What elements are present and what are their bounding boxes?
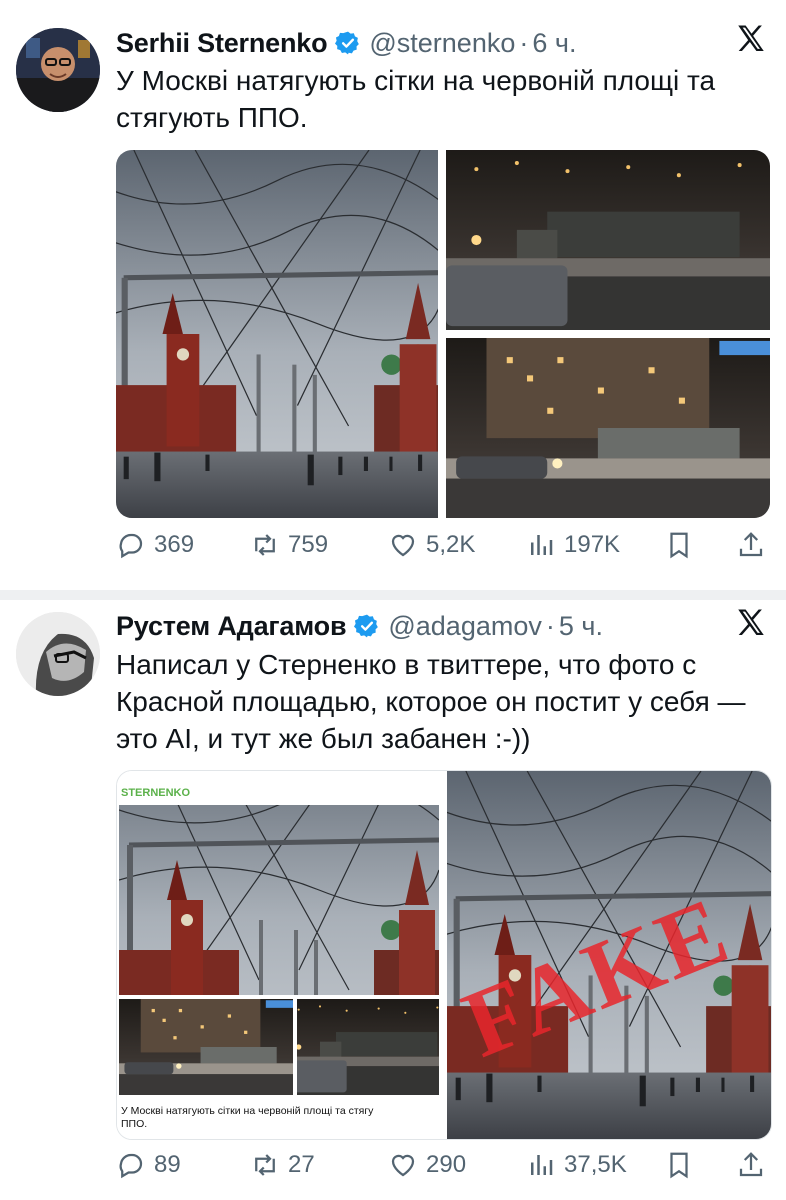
embedded-photo-truck-night [297, 999, 439, 1095]
views-count: 197K [564, 531, 621, 558]
retweet-count: 759 [288, 531, 329, 558]
retweet-button[interactable]: 759 [250, 530, 328, 560]
views-button[interactable]: 197K [526, 530, 620, 560]
like-button[interactable]: 290 [388, 1150, 466, 1180]
avatar-image [16, 612, 100, 696]
like-count: 290 [426, 1151, 467, 1178]
share-icon [739, 1152, 763, 1177]
media-grid[interactable] [116, 150, 770, 518]
author-name[interactable]: Serhii Sternenko [116, 28, 328, 59]
avatar-image [16, 28, 100, 112]
author-name[interactable]: Рустем Адагамов [116, 611, 347, 642]
reply-count: 369 [154, 531, 195, 558]
tweet-text: Написал у Стерненко в твиттере, что фото… [116, 649, 746, 754]
x-logo-icon [738, 609, 764, 636]
tweet-header: Serhii Sternenko @sternenko · 6 ч. [116, 27, 576, 59]
tweet-header: Рустем Адагамов @adagamov · 5 ч. [116, 610, 603, 642]
verified-icon [354, 614, 379, 638]
views-icon [531, 1155, 553, 1175]
photo-red-square[interactable] [116, 150, 438, 518]
share-icon [739, 532, 763, 557]
media-grid[interactable]: STERNENKO У Москві натягують сітки на че… [116, 770, 772, 1140]
avatar[interactable] [16, 612, 100, 696]
tweet-divider [0, 590, 786, 600]
separator-dot: · [545, 610, 555, 641]
photo-fake-stamped[interactable]: FAKE [447, 771, 771, 1139]
separator-dot: · [519, 27, 529, 58]
author-handle[interactable]: @adagamov [388, 611, 542, 642]
bookmark-button[interactable] [664, 530, 702, 560]
author-handle[interactable]: @sternenko [369, 28, 515, 59]
like-count: 5,2K [426, 531, 476, 558]
avatar[interactable] [16, 28, 100, 112]
share-button[interactable] [736, 530, 774, 560]
views-icon [531, 535, 553, 555]
retweet-icon [255, 534, 275, 556]
tweet-actions: 89 27 290 37,5K [116, 1150, 772, 1190]
tweet-adagamov[interactable]: Рустем Адагамов @adagamov · 5 ч. Написал… [0, 600, 786, 1200]
retweet-count: 27 [288, 1151, 315, 1178]
like-button[interactable]: 5,2K [388, 530, 475, 560]
like-icon [391, 534, 415, 557]
embedded-caption: У Москві натягують сітки на червоній пло… [121, 1105, 374, 1130]
reply-button[interactable]: 369 [116, 530, 194, 560]
timestamp[interactable]: 6 ч. [532, 28, 576, 59]
verified-icon [335, 31, 360, 55]
tweet-sternenko[interactable]: Serhii Sternenko @sternenko · 6 ч. У Мос… [0, 0, 786, 590]
tweet-actions: 369 759 5,2K 197K [116, 530, 772, 570]
reply-icon [119, 1153, 143, 1179]
retweet-icon [255, 1154, 275, 1176]
share-button[interactable] [736, 1150, 774, 1180]
reply-count: 89 [154, 1151, 181, 1178]
timestamp[interactable]: 5 ч. [559, 611, 603, 642]
retweet-button[interactable]: 27 [250, 1150, 315, 1180]
embedded-photo-red-square [119, 805, 439, 995]
photo-truck-street[interactable] [446, 338, 770, 518]
like-icon [391, 1154, 415, 1177]
photo-truck-night[interactable] [446, 150, 770, 330]
embedded-source-label: STERNENKO [121, 787, 191, 799]
bookmark-icon [670, 532, 688, 559]
bookmark-button[interactable] [664, 1150, 702, 1180]
x-logo-icon [738, 25, 764, 52]
embedded-photo-truck-street [119, 999, 293, 1095]
bookmark-icon [670, 1152, 688, 1179]
views-button[interactable]: 37,5K [526, 1150, 627, 1180]
reply-button[interactable]: 89 [116, 1150, 181, 1180]
views-count: 37,5K [564, 1151, 627, 1178]
reply-icon [119, 533, 143, 559]
embedded-screenshot[interactable]: STERNENKO У Москві натягують сітки на че… [117, 771, 441, 1139]
tweet-text: У Москві натягують сітки на червоній пло… [116, 65, 716, 133]
